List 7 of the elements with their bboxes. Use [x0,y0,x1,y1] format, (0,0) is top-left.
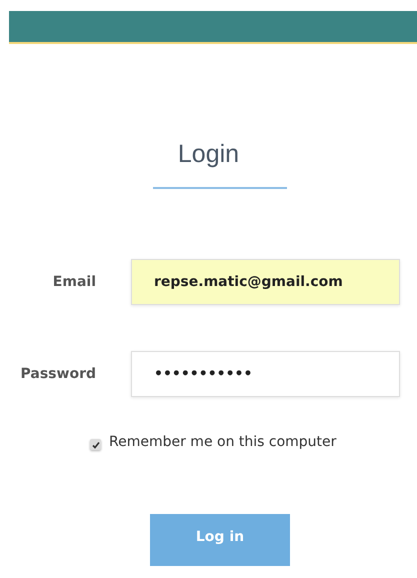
input-field[interactable]: repse.matic@gmail.com [131,259,400,305]
checkbox[interactable] [90,439,101,450]
page-title: Login [178,139,240,169]
field-label: Password [20,366,96,382]
field-label: Email [52,274,96,290]
checkbox-label: Remember me on this computer [109,434,336,450]
input-field[interactable]: ••••••••••• [131,351,400,397]
